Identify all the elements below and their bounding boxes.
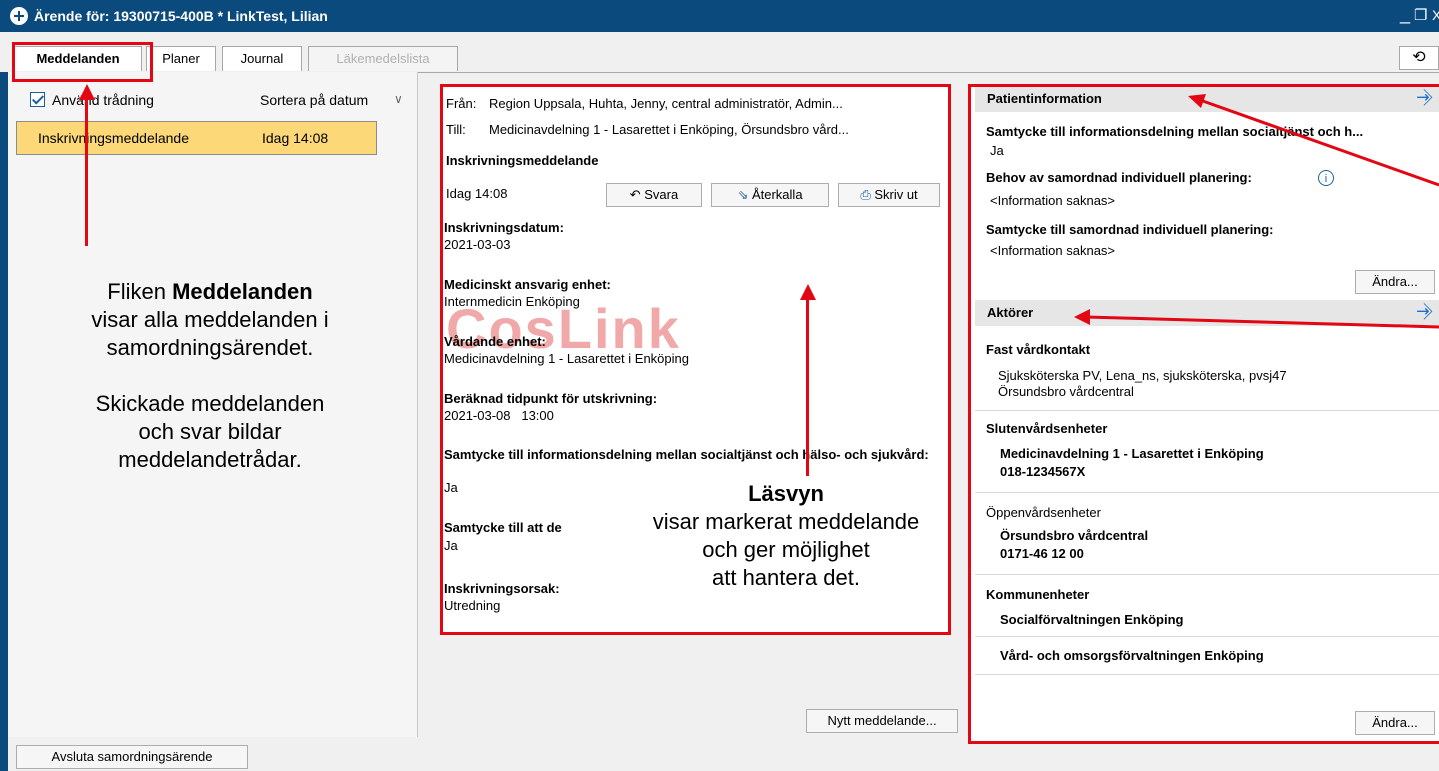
close-case-button[interactable]: Avsluta samordningsärende bbox=[16, 745, 248, 769]
arrow-head-icon bbox=[1188, 94, 1206, 108]
arrow-head-icon bbox=[1074, 309, 1090, 325]
actors-arrow bbox=[1085, 315, 1439, 329]
annotation-arrows bbox=[1074, 94, 1439, 329]
patient-info-arrow bbox=[1199, 98, 1439, 187]
